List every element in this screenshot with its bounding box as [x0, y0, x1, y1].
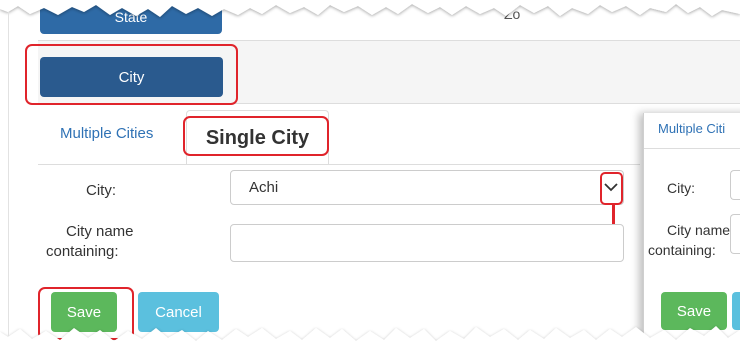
torn-edge-overlay — [0, 0, 740, 348]
screenshot-stage: State Zo City Multiple Cities Single Cit… — [0, 0, 740, 348]
